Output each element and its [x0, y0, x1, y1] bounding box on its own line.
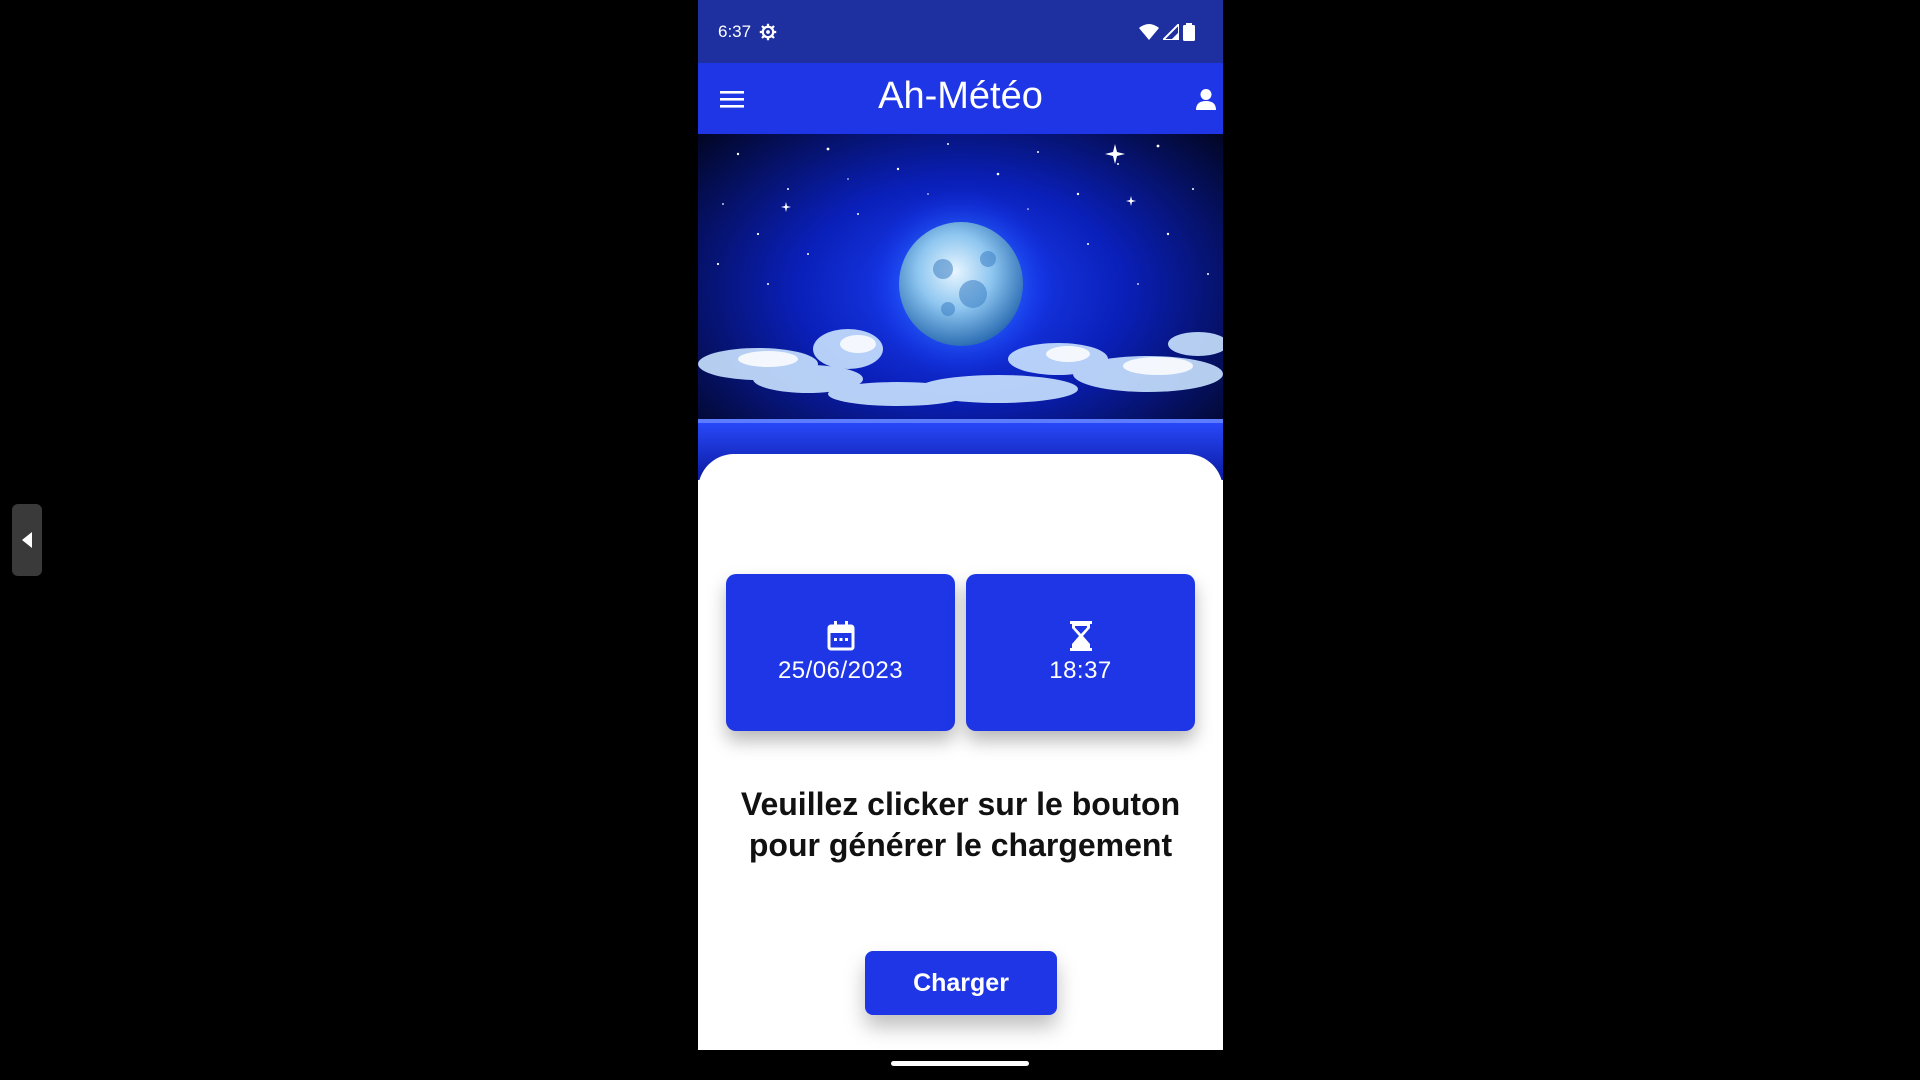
home-indicator[interactable] — [891, 1061, 1029, 1066]
profile-button[interactable] — [1193, 86, 1219, 112]
hamburger-menu-icon — [720, 90, 744, 108]
menu-button[interactable] — [720, 86, 746, 112]
instruction-message: Veuillez clicker sur le bouton pour géné… — [718, 784, 1203, 866]
instruction-line-1: Veuillez clicker sur le bouton — [740, 786, 1181, 822]
side-panel-handle[interactable] — [12, 504, 42, 576]
date-tile[interactable]: 25/06/2023 — [726, 574, 955, 731]
hero-image — [698, 134, 1223, 480]
user-icon — [1196, 88, 1216, 110]
hourglass-icon — [1069, 620, 1092, 651]
battery-icon — [1183, 22, 1195, 41]
moon-night-sky-illustration — [698, 134, 1223, 480]
chevron-left-icon — [22, 532, 32, 548]
charger-button[interactable]: Charger — [865, 951, 1057, 1015]
app-bar: Ah-Météo — [698, 63, 1223, 134]
phone-screen: 6:37 Ah-Météo 25/06/2023 18:37 Veuillez … — [698, 0, 1223, 1050]
status-time: 6:37 — [718, 21, 752, 41]
status-bar: 6:37 — [698, 0, 1223, 63]
calendar-icon — [827, 620, 854, 650]
date-value: 25/06/2023 — [777, 656, 904, 684]
wifi-icon — [1139, 23, 1159, 40]
gear-icon — [759, 23, 777, 40]
content-sheet: 25/06/2023 18:37 Veuillez clicker sur le… — [698, 454, 1223, 1050]
time-tile[interactable]: 18:37 — [966, 574, 1195, 731]
app-title: Ah-Météo — [878, 75, 1043, 117]
instruction-line-2: pour générer le chargement — [748, 827, 1173, 863]
cell-signal-icon — [1163, 23, 1179, 40]
time-value: 18:37 — [1049, 656, 1112, 684]
